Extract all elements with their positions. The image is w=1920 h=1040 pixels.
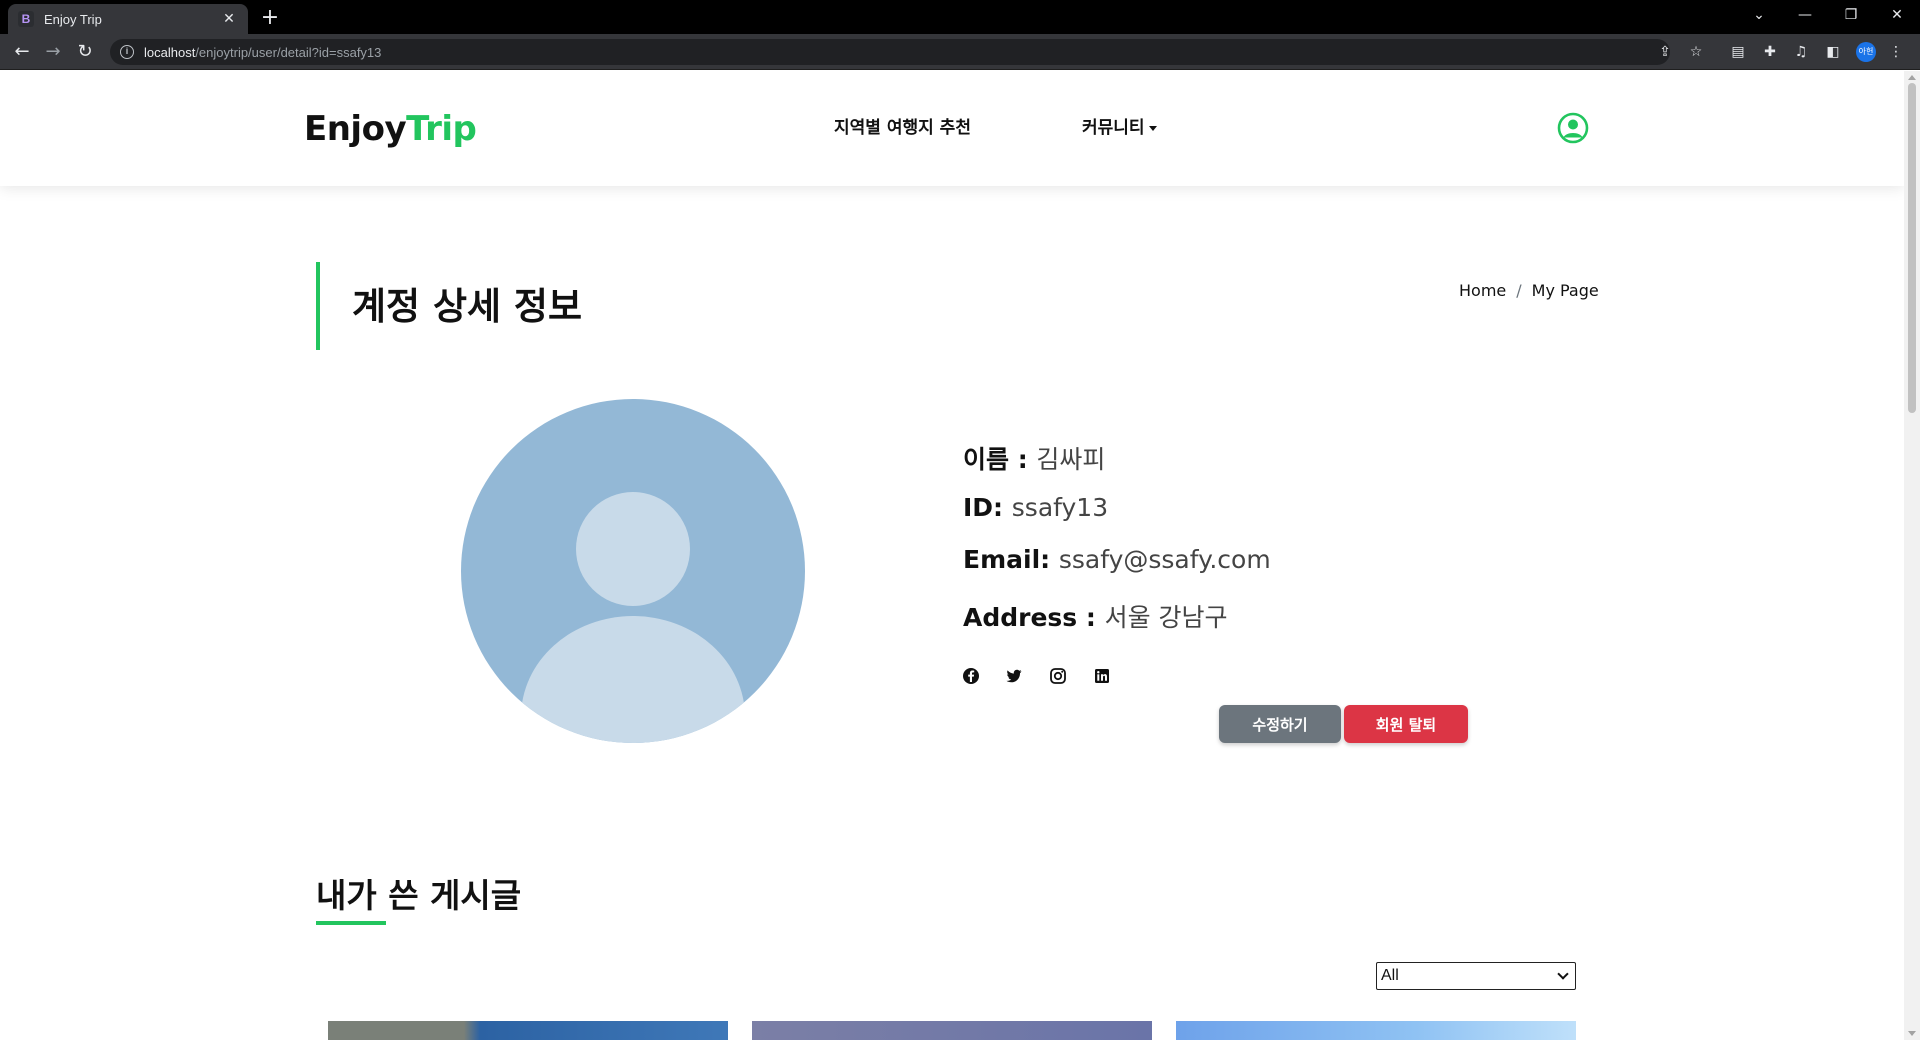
nav-region-recommend[interactable]: 지역별 여행지 추천 [834,113,971,138]
minimize-icon[interactable]: — [1782,0,1828,30]
address-bar[interactable]: i localhost/enjoytrip/user/detail?id=ssa… [110,39,1670,65]
page-title: 계정 상세 정보 [352,285,583,328]
browser-tab[interactable]: B Enjoy Trip ✕ [8,4,248,34]
facebook-icon[interactable] [961,666,981,686]
twitter-icon[interactable] [1004,666,1024,686]
back-icon[interactable]: ← [10,40,34,64]
browser-profile-avatar[interactable]: 아헌 [1856,42,1876,62]
menu-kebab-icon[interactable]: ⋮ [1886,42,1906,62]
breadcrumb-separator: / [1516,281,1522,300]
reload-icon[interactable]: ↻ [73,40,97,64]
bookmark-star-icon[interactable]: ☆ [1686,42,1706,62]
user-account-icon[interactable] [1557,112,1589,144]
section-underline [316,921,386,925]
profile-address-row: Address : 서울 강남구 [963,598,1228,634]
close-window-icon[interactable]: ✕ [1874,0,1920,30]
nav-community-label: 커뮤니티 [1082,118,1145,138]
page-viewport: EnjoyTrip 지역별 여행지 추천 커뮤니티 계정 상세 정보 Home … [0,71,1904,1040]
site-logo[interactable]: EnjoyTrip [304,109,477,149]
profile-avatar [461,399,805,743]
tab-search-icon[interactable]: ⌄ [1736,0,1782,30]
name-label: 이름 : [963,445,1037,474]
id-label: ID: [963,493,1012,522]
email-value: ssafy@ssafy.com [1058,545,1271,574]
breadcrumb-current: My Page [1531,281,1599,300]
site-info-icon[interactable]: i [120,45,134,59]
browser-tabbar: B Enjoy Trip ✕ + ⌄ — ❐ ✕ [0,0,1920,34]
profile-email-row: Email: ssafy@ssafy.com [963,545,1271,574]
scroll-down-icon[interactable] [1908,1031,1916,1036]
address-value: 서울 강남구 [1104,603,1228,632]
extensions-puzzle-icon[interactable]: ✚ [1760,42,1780,62]
share-icon[interactable]: ⇪ [1655,42,1675,62]
title-accent-bar [316,262,320,350]
profile-name-row: 이름 : 김싸피 [963,440,1105,476]
forward-icon[interactable]: → [41,40,65,64]
logo-part-1: Enjoy [304,109,407,149]
name-value: 김싸피 [1036,445,1106,474]
new-tab-icon[interactable]: + [258,6,282,30]
post-card-thumbnail[interactable] [752,1021,1152,1040]
address-label: Address : [963,603,1105,632]
instagram-icon[interactable] [1048,666,1068,686]
page-scrollbar[interactable] [1904,71,1920,1040]
post-card-thumbnail[interactable] [1176,1021,1576,1040]
side-panel-icon[interactable]: ◧ [1823,42,1843,62]
extension-icon[interactable]: ▤ [1728,42,1748,62]
dropdown-caret-icon [1148,125,1157,131]
site-header: EnjoyTrip 지역별 여행지 추천 커뮤니티 [0,71,1904,186]
my-posts-title: 내가 쓴 게시글 [316,876,522,915]
edit-profile-button[interactable]: 수정하기 [1219,705,1341,743]
post-filter-select[interactable]: All [1376,962,1576,990]
nav-community-dropdown[interactable]: 커뮤니티 [1082,113,1157,138]
chevron-down-icon [1557,968,1569,980]
tab-title: Enjoy Trip [44,11,102,27]
media-icon[interactable]: ♫ [1791,42,1811,62]
logo-part-2: Trip [406,109,477,149]
browser-toolbar: ← → ↻ i localhost/enjoytrip/user/detail?… [0,34,1920,70]
favicon-icon: B [18,11,34,27]
profile-id-row: ID: ssafy13 [963,493,1108,522]
id-value: ssafy13 [1011,493,1109,522]
filter-selected-value: All [1381,967,1399,984]
restore-icon[interactable]: ❐ [1828,0,1874,30]
delete-account-button[interactable]: 회원 탈퇴 [1344,705,1468,743]
scroll-up-icon[interactable] [1908,75,1916,80]
linkedin-icon[interactable] [1092,666,1112,686]
email-label: Email: [963,545,1059,574]
close-tab-icon[interactable]: ✕ [220,11,238,27]
url-host: localhost [144,44,196,60]
breadcrumb: Home / My Page [1459,281,1599,300]
url-path: /enjoytrip/user/detail?id=ssafy13 [195,44,382,60]
scrollbar-thumb[interactable] [1908,83,1916,413]
post-card-thumbnail[interactable] [328,1021,728,1040]
breadcrumb-home[interactable]: Home [1459,281,1506,300]
